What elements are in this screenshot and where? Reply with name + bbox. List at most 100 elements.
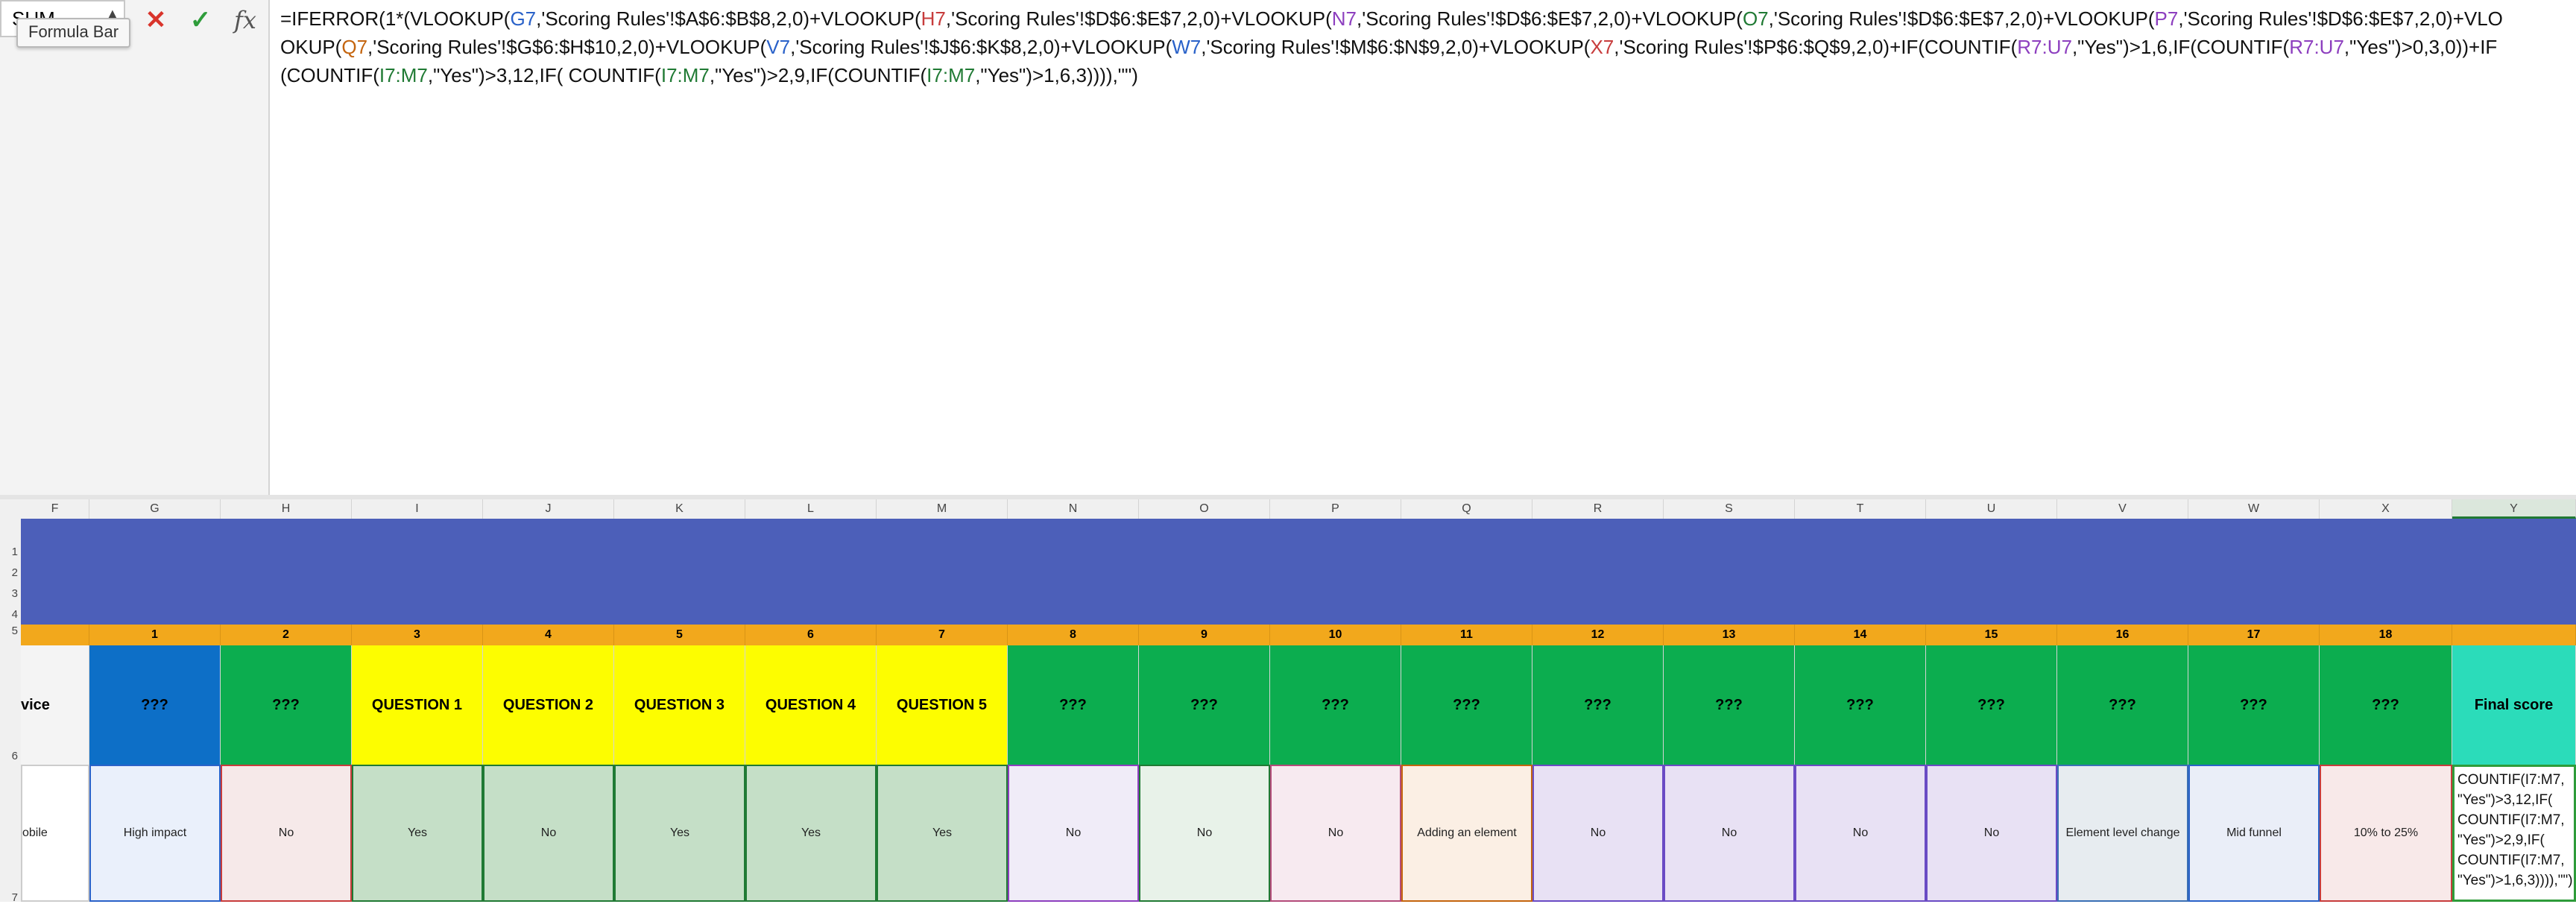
header-cell[interactable]: ??? xyxy=(221,645,352,765)
row-header-1[interactable]: 1 xyxy=(0,546,21,558)
data-cell[interactable]: No xyxy=(483,765,614,902)
column-header-p[interactable]: P xyxy=(1270,499,1401,519)
column-header-q[interactable]: Q xyxy=(1401,499,1532,519)
row5-number-cell[interactable]: 3 xyxy=(352,625,483,645)
data-cell[interactable]: No xyxy=(1926,765,2057,902)
data-cell[interactable]: Adding an element xyxy=(1401,765,1532,902)
row5-number-cell[interactable]: 11 xyxy=(1401,625,1532,645)
header-cell[interactable]: ??? xyxy=(1532,645,1664,765)
data-cell[interactable]: No xyxy=(1664,765,1795,902)
row5-number-cell[interactable] xyxy=(21,625,89,645)
row-header-7[interactable]: 7 xyxy=(0,891,21,904)
row5-number-cell[interactable]: 16 xyxy=(2057,625,2188,645)
formula-token: ,"Yes")>3,12,IF( COUNTIF( xyxy=(427,64,661,86)
formula-token: ,"Yes")>1,6,3)))),"") xyxy=(975,64,1138,86)
insert-function-button[interactable]: fx xyxy=(228,3,262,37)
row5-number-cell[interactable]: 12 xyxy=(1532,625,1664,645)
formula-token: V7 xyxy=(766,36,791,58)
data-cell[interactable]: No xyxy=(221,765,352,902)
column-header-t[interactable]: T xyxy=(1795,499,1926,519)
data-cell[interactable]: Yes xyxy=(614,765,745,902)
header-cell[interactable]: QUESTION 1 xyxy=(352,645,483,765)
column-header-l[interactable]: L xyxy=(745,499,877,519)
data-cell[interactable]: Element level change xyxy=(2057,765,2188,902)
row5-number-cell[interactable]: 9 xyxy=(1139,625,1270,645)
header-cell[interactable]: QUESTION 2 xyxy=(483,645,614,765)
header-cell[interactable]: Final score xyxy=(2452,645,2576,765)
row5-number-cell[interactable]: 18 xyxy=(2320,625,2452,645)
column-header-i[interactable]: I xyxy=(352,499,483,519)
header-cell[interactable]: ??? xyxy=(1795,645,1926,765)
data-cell[interactable]: Yes xyxy=(745,765,877,902)
column-header-j[interactable]: J xyxy=(483,499,614,519)
row-header-2[interactable]: 2 xyxy=(0,566,21,579)
cancel-button[interactable]: ✕ xyxy=(139,3,173,37)
row5-number-cell[interactable]: 7 xyxy=(877,625,1008,645)
header-cell[interactable]: ??? xyxy=(2188,645,2320,765)
row5-number-cell[interactable]: 6 xyxy=(745,625,877,645)
header-cell[interactable]: QUESTION 3 xyxy=(614,645,745,765)
header-cell[interactable]: ??? xyxy=(1401,645,1532,765)
column-header-h[interactable]: H xyxy=(221,499,352,519)
column-header-k[interactable]: K xyxy=(614,499,745,519)
column-header-w[interactable]: W xyxy=(2188,499,2320,519)
header-cell[interactable]: ??? xyxy=(1664,645,1795,765)
row5-number-cell[interactable]: 5 xyxy=(614,625,745,645)
data-cell[interactable]: No xyxy=(1139,765,1270,902)
data-cell[interactable]: High impact xyxy=(89,765,221,902)
header-cell[interactable]: ??? xyxy=(1926,645,2057,765)
header-cell[interactable]: ??? xyxy=(2320,645,2452,765)
data-cell[interactable]: Yes xyxy=(352,765,483,902)
data-cell[interactable]: 10% to 25% xyxy=(2320,765,2452,902)
column-header-g[interactable]: G xyxy=(89,499,221,519)
header-cell[interactable]: ??? xyxy=(1270,645,1401,765)
header-cell[interactable]: ??? xyxy=(1008,645,1139,765)
column-header-r[interactable]: R xyxy=(1532,499,1664,519)
data-cell[interactable]: obile xyxy=(21,765,89,902)
column-header-f[interactable]: F xyxy=(21,499,89,519)
formula-token: O7 xyxy=(1742,7,1769,30)
final-score-cell[interactable]: COUNTIF(I7:M7, "Yes")>3,12,IF( COUNTIF(I… xyxy=(2452,765,2576,902)
row5-number-cell[interactable]: 15 xyxy=(1926,625,2057,645)
row5-number-cell[interactable]: 17 xyxy=(2188,625,2320,645)
row5-number-cell[interactable] xyxy=(2452,625,2576,645)
data-cell[interactable]: No xyxy=(1270,765,1401,902)
formula-token: I7:M7 xyxy=(926,64,976,86)
header-cell[interactable]: ??? xyxy=(1139,645,1270,765)
row5-number-cell[interactable]: 10 xyxy=(1270,625,1401,645)
column-header-s[interactable]: S xyxy=(1664,499,1795,519)
row5-number-cell[interactable]: 1 xyxy=(89,625,221,645)
row-header-3[interactable]: 3 xyxy=(0,587,21,600)
row5-number-cell[interactable]: 13 xyxy=(1664,625,1795,645)
formula-token: P7 xyxy=(2154,7,2179,30)
formula-token: R7:U7 xyxy=(2017,36,2072,58)
header-cell[interactable]: QUESTION 4 xyxy=(745,645,877,765)
formula-token: ,'Scoring Rules'!$J$6:$K$8,2,0)+VLOOKUP( xyxy=(790,36,1172,58)
data-cell[interactable]: Mid funnel xyxy=(2188,765,2320,902)
column-header-u[interactable]: U xyxy=(1926,499,2057,519)
data-cell[interactable]: Yes xyxy=(877,765,1008,902)
data-cell[interactable]: No xyxy=(1532,765,1664,902)
row5-number-cell[interactable]: 14 xyxy=(1795,625,1926,645)
row-header-4[interactable]: 4 xyxy=(0,608,21,621)
row5-number-cell[interactable]: 4 xyxy=(483,625,614,645)
data-cell[interactable]: No xyxy=(1008,765,1139,902)
column-header-y[interactable]: Y xyxy=(2452,499,2576,519)
column-header-x[interactable]: X xyxy=(2320,499,2452,519)
column-header-m[interactable]: M xyxy=(877,499,1008,519)
row5-number-cell[interactable]: 8 xyxy=(1008,625,1139,645)
banner-merged-cell[interactable] xyxy=(21,519,2576,625)
column-header-o[interactable]: O xyxy=(1139,499,1270,519)
row-header-5[interactable]: 5 xyxy=(0,625,21,637)
column-header-v[interactable]: V xyxy=(2057,499,2188,519)
header-cell[interactable]: vice xyxy=(21,645,89,765)
enter-button[interactable]: ✓ xyxy=(183,3,218,37)
formula-input[interactable]: =IFERROR(1*(VLOOKUP(G7,'Scoring Rules'!$… xyxy=(280,4,2516,89)
header-cell[interactable]: QUESTION 5 xyxy=(877,645,1008,765)
row-header-6[interactable]: 6 xyxy=(0,750,21,762)
header-cell[interactable]: ??? xyxy=(89,645,221,765)
header-cell[interactable]: ??? xyxy=(2057,645,2188,765)
row5-number-cell[interactable]: 2 xyxy=(221,625,352,645)
data-cell[interactable]: No xyxy=(1795,765,1926,902)
column-header-n[interactable]: N xyxy=(1008,499,1139,519)
